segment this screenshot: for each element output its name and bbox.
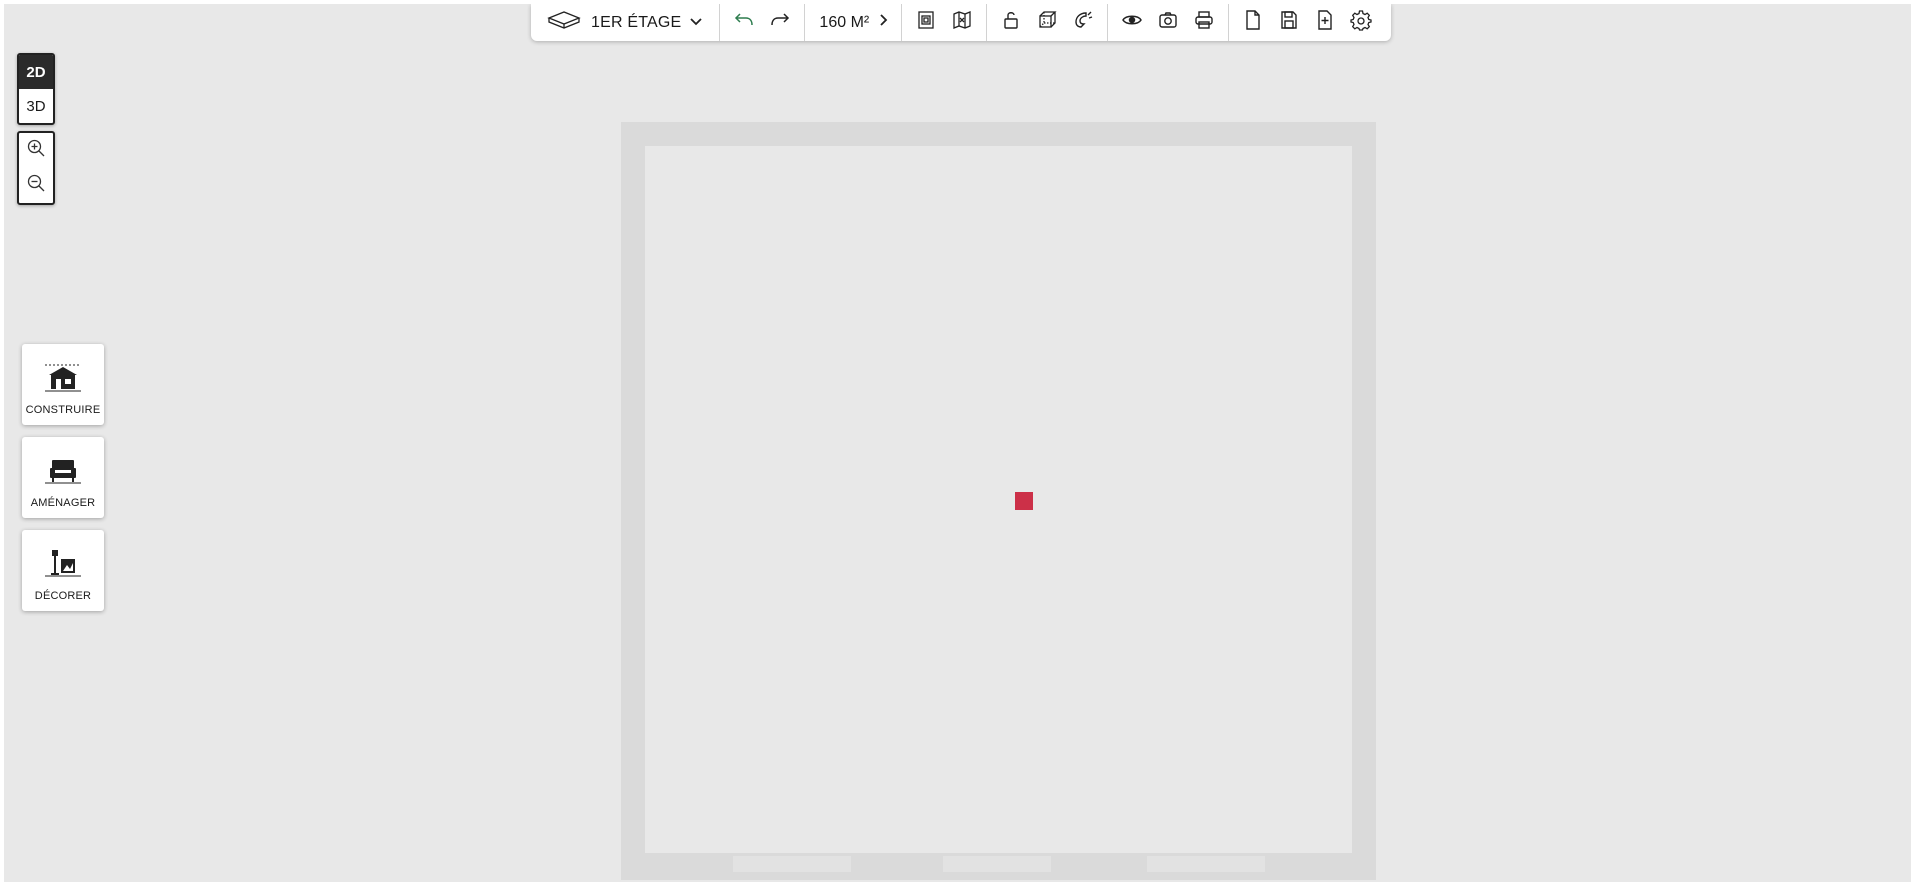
- view-2d-button[interactable]: 2D: [19, 55, 53, 89]
- view-group: [1108, 4, 1230, 41]
- settings-button[interactable]: [1343, 4, 1379, 41]
- zoom-out-icon: [26, 173, 46, 198]
- cube-button[interactable]: [1029, 4, 1065, 41]
- view-3d-button[interactable]: 3D: [19, 89, 53, 123]
- new-file-button[interactable]: [1235, 4, 1271, 41]
- eye-icon: [1121, 9, 1143, 36]
- new-file-icon: [1242, 9, 1264, 36]
- floor-selector[interactable]: 1ER ÉTAGE: [537, 4, 713, 41]
- sofa-icon: [41, 453, 85, 489]
- print-button[interactable]: [1186, 4, 1222, 41]
- tool-construire-button[interactable]: CONSTRUIRE: [22, 344, 104, 425]
- save-icon: [1278, 9, 1300, 36]
- unlock-icon: [1000, 9, 1022, 36]
- redo-icon: [769, 9, 791, 36]
- wall-opening[interactable]: [1147, 856, 1265, 872]
- add-file-icon: [1314, 9, 1336, 36]
- chevron-right-icon: [879, 13, 889, 32]
- map-icon: [951, 9, 973, 36]
- preview-button[interactable]: [1114, 4, 1150, 41]
- area-label: 160 M²: [819, 13, 870, 31]
- tool-construire-label: CONSTRUIRE: [25, 404, 101, 416]
- edit-group: [987, 4, 1109, 41]
- file-group: [1229, 4, 1385, 41]
- camera-button[interactable]: [1150, 4, 1186, 41]
- history-group: [720, 4, 806, 41]
- plan-group: [902, 4, 988, 41]
- selection-marker[interactable]: [1015, 492, 1033, 510]
- chevron-down-icon: [689, 14, 703, 32]
- map-button[interactable]: [944, 4, 980, 41]
- tool-decorer-label: DÉCORER: [34, 590, 92, 602]
- design-canvas[interactable]: 1ER ÉTAGE 160 M² 2D 3D CONSTRUIRE AMÉNAG…: [4, 4, 1911, 882]
- zoom-in-icon: [26, 138, 46, 163]
- area-display[interactable]: 160 M²: [811, 4, 895, 41]
- tool-amenager-label: AMÉNAGER: [30, 497, 96, 509]
- add-file-button[interactable]: [1307, 4, 1343, 41]
- house-icon: [41, 360, 85, 396]
- redo-button[interactable]: [762, 4, 798, 41]
- zoom-out-button[interactable]: [19, 168, 53, 203]
- floor-plan-room[interactable]: [645, 146, 1352, 853]
- printer-icon: [1193, 9, 1215, 36]
- magnet-button[interactable]: [1065, 4, 1101, 41]
- save-button[interactable]: [1271, 4, 1307, 41]
- floor-label: 1ER ÉTAGE: [591, 13, 682, 31]
- plan-document-icon: [915, 9, 937, 36]
- lamp-frame-icon: [41, 546, 85, 582]
- tool-amenager-button[interactable]: AMÉNAGER: [22, 437, 104, 518]
- zoom-controls: [17, 131, 55, 205]
- gear-icon: [1350, 9, 1372, 36]
- floor-group: 1ER ÉTAGE: [531, 4, 721, 41]
- camera-icon: [1157, 9, 1179, 36]
- lock-button[interactable]: [993, 4, 1029, 41]
- zoom-in-button[interactable]: [19, 133, 53, 168]
- plan-document-button[interactable]: [908, 4, 944, 41]
- undo-button[interactable]: [726, 4, 762, 41]
- cube-icon: [1036, 9, 1058, 36]
- area-group: 160 M²: [805, 4, 903, 41]
- floor-plan-walls[interactable]: [621, 122, 1376, 880]
- view-mode-switch: 2D 3D: [17, 53, 55, 125]
- wall-opening[interactable]: [943, 856, 1051, 872]
- undo-icon: [733, 9, 755, 36]
- floor-plane-icon: [547, 9, 581, 36]
- tool-decorer-button[interactable]: DÉCORER: [22, 530, 104, 611]
- top-toolbar: 1ER ÉTAGE 160 M²: [531, 4, 1391, 41]
- magnet-icon: [1072, 9, 1094, 36]
- wall-opening[interactable]: [733, 856, 851, 872]
